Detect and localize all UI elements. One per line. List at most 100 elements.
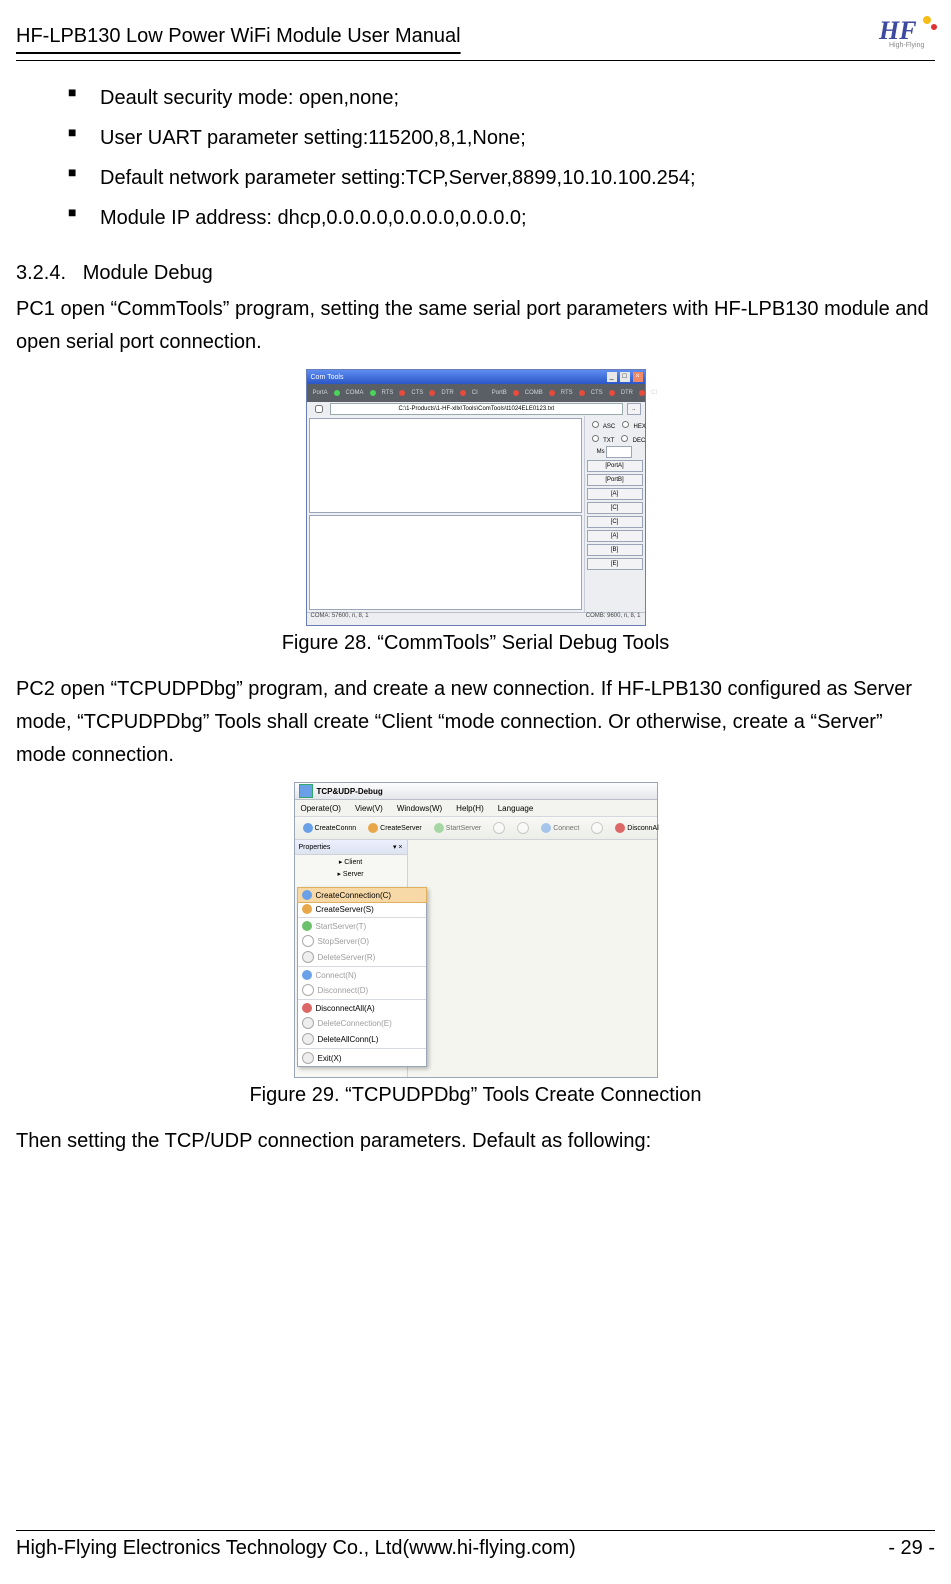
ctx-start-server[interactable]: StartServer(T) <box>298 917 426 933</box>
led-icon <box>399 390 405 396</box>
led-icon <box>549 390 555 396</box>
toolbar-createconn-button[interactable]: CreateConnn <box>299 821 361 835</box>
tree-view[interactable]: Client Server <box>295 855 407 883</box>
port-a-label: PortA <box>313 390 328 396</box>
toolbar-startserver-button[interactable]: StartServer <box>430 821 485 835</box>
led-label: CI <box>472 390 478 396</box>
toolbar-disconnect-button[interactable] <box>587 820 607 836</box>
app-icon <box>299 784 313 798</box>
output-textarea-top[interactable] <box>309 418 582 513</box>
ctx-create-connection[interactable]: CreateConnection(C) <box>297 887 427 903</box>
bullet-item: User UART parameter setting:115200,8,1,N… <box>100 118 935 158</box>
plug-icon <box>302 890 312 900</box>
doc-header-title: HF-LPB130 Low Power WiFi Module User Man… <box>16 25 461 48</box>
port-status-bar: PortA COMA RTS CTS DTR CI PortB COMB RTS… <box>307 384 645 402</box>
figure-28-caption: Figure 28. “CommTools” Serial Debug Tool… <box>16 632 935 655</box>
led-label: RTS <box>382 390 394 396</box>
opt-radio[interactable] <box>621 435 628 442</box>
ctx-delete-connection[interactable]: DeleteConnection(E) <box>298 1015 426 1031</box>
footer-divider <box>16 1530 935 1531</box>
figure-29-window: TCP&UDP-Debug Operate(O) View(V) Windows… <box>294 782 658 1078</box>
toolbar-stop-button[interactable] <box>489 820 509 836</box>
toolbar-label: Connect <box>553 825 579 832</box>
tree-node-server[interactable]: Server <box>299 869 403 881</box>
file-path-field[interactable]: C:\1-Products\1-HF-xllx\Tools\ComTools\t… <box>330 403 624 415</box>
ctx-label: Disconnect(D) <box>318 986 369 995</box>
ctx-exit[interactable]: Exit(X) <box>298 1048 426 1066</box>
status-left: COMA: 57600, n, 8, 1 <box>311 613 369 625</box>
menu-windows[interactable]: Windows(W) <box>397 804 442 813</box>
play-icon <box>302 921 312 931</box>
ms-input[interactable] <box>606 446 632 458</box>
side-button[interactable]: [E] <box>587 558 643 570</box>
panel-pin-icon[interactable]: ▾ × <box>393 843 403 851</box>
window-controls[interactable]: _ □ × <box>606 372 643 382</box>
opt-radio[interactable] <box>592 435 599 442</box>
section-heading: 3.2.4. Module Debug <box>16 262 935 285</box>
server-icon <box>368 823 378 833</box>
led-label: CI <box>651 390 657 396</box>
side-button[interactable]: [B] <box>587 544 643 556</box>
led-icon <box>639 390 645 396</box>
menu-language[interactable]: Language <box>498 804 534 813</box>
led-icon <box>334 390 340 396</box>
path-checkbox[interactable] <box>315 405 323 413</box>
side-controls: ASC HEX TXT DEC Ms [PortA] [PortB] [A] [… <box>584 416 645 612</box>
ctx-label: DisconnectAll(A) <box>316 1004 375 1013</box>
disconnect-all-icon <box>615 823 625 833</box>
connect-icon <box>541 823 551 833</box>
delete-icon <box>302 1033 314 1045</box>
play-icon <box>434 823 444 833</box>
led-label: CTS <box>411 390 423 396</box>
menu-operate[interactable]: Operate(O) <box>301 804 341 813</box>
connect-icon <box>302 970 312 980</box>
opt-label: TXT <box>603 438 614 444</box>
stop-icon <box>302 935 314 947</box>
menu-help[interactable]: Help(H) <box>456 804 484 813</box>
ctx-label: Exit(X) <box>318 1054 342 1063</box>
toolbar-createserver-button[interactable]: CreateServer <box>364 821 426 835</box>
delete-icon <box>302 1017 314 1029</box>
server-icon <box>302 904 312 914</box>
side-button[interactable]: [C] <box>587 502 643 514</box>
portb-button[interactable]: [PortB] <box>587 474 643 486</box>
menu-bar[interactable]: Operate(O) View(V) Windows(W) Help(H) La… <box>295 800 657 817</box>
porta-button[interactable]: [PortA] <box>587 460 643 472</box>
toolbar-disconnall-button[interactable]: DisconnAl <box>611 821 663 835</box>
menu-view[interactable]: View(V) <box>355 804 383 813</box>
toolbar-connect-button[interactable]: Connect <box>537 821 583 835</box>
opt-radio[interactable] <box>622 421 629 428</box>
side-button[interactable]: [A] <box>587 530 643 542</box>
side-button[interactable]: [C] <box>587 516 643 528</box>
context-menu: CreateConnection(C) CreateServer(S) Star… <box>297 887 427 1067</box>
tree-node-client[interactable]: Client <box>299 857 403 869</box>
disconnect-all-icon <box>302 1003 312 1013</box>
toolbar-delete-button[interactable] <box>513 820 533 836</box>
opt-radio[interactable] <box>592 421 599 428</box>
plug-icon <box>303 823 313 833</box>
ctx-disconnect-all[interactable]: DisconnectAll(A) <box>298 999 426 1015</box>
figure-28-window: Com Tools _ □ × PortA COMA RTS CTS DTR C… <box>306 369 646 626</box>
side-button[interactable]: [A] <box>587 488 643 500</box>
bullet-item: Deault security mode: open,none; <box>100 78 935 118</box>
toolbar-label: DisconnAl <box>627 825 659 832</box>
output-textarea-bottom[interactable] <box>309 515 582 610</box>
toolbar-label: CreateServer <box>380 825 422 832</box>
maximize-icon[interactable]: □ <box>620 372 630 382</box>
ctx-delete-all-conn[interactable]: DeleteAllConn(L) <box>298 1031 426 1047</box>
ctx-stop-server[interactable]: StopServer(O) <box>298 933 426 949</box>
ctx-connect[interactable]: Connect(N) <box>298 966 426 982</box>
ctx-delete-server[interactable]: DeleteServer(R) <box>298 949 426 965</box>
close-icon[interactable]: × <box>633 372 643 382</box>
delete-icon <box>517 822 529 834</box>
led-icon <box>460 390 466 396</box>
paragraph: PC1 open “CommTools” program, setting th… <box>16 293 935 359</box>
led-icon <box>429 390 435 396</box>
led-icon <box>370 390 376 396</box>
ctx-disconnect[interactable]: Disconnect(D) <box>298 982 426 998</box>
ctx-create-server[interactable]: CreateServer(S) <box>298 902 426 916</box>
led-label: DTR <box>621 390 633 396</box>
led-icon <box>609 390 615 396</box>
minimize-icon[interactable]: _ <box>607 372 617 382</box>
browse-button[interactable]: .. <box>627 403 640 415</box>
